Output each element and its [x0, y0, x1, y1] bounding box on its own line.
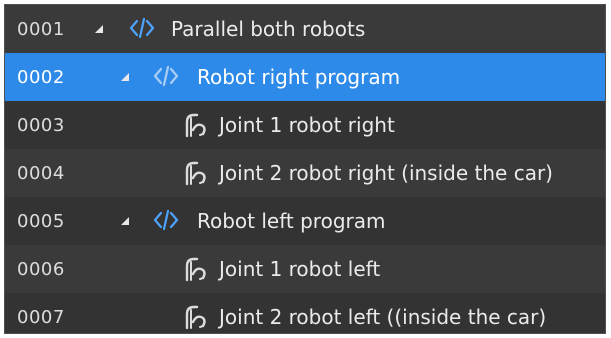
line-number: 0001: [17, 18, 65, 40]
line-number: 0007: [17, 306, 65, 328]
tree-row-label: Robot right program: [197, 65, 401, 89]
tree-row-label: Joint 2 robot left ((inside the car): [219, 305, 547, 329]
line-number: 0004: [17, 162, 65, 184]
line-number: 0002: [17, 66, 65, 88]
tree-row-0006[interactable]: 0006 Joint 1 robot left: [5, 245, 605, 293]
tree-row-0003[interactable]: 0003 Joint 1 robot right: [5, 101, 605, 149]
line-number: 0003: [17, 114, 65, 136]
tree-row-0004[interactable]: 0004 Joint 2 robot right (inside the car…: [5, 149, 605, 197]
tree-row-label: Joint 2 robot right (inside the car): [219, 161, 553, 185]
joint-move-icon: [185, 113, 206, 138]
tree-row-0007[interactable]: 0007 Joint 2 robot left ((inside the car…: [5, 293, 605, 333]
caret-expanded-icon[interactable]: [95, 25, 103, 33]
caret-expanded-icon[interactable]: [121, 217, 129, 225]
tree-row-0005[interactable]: 0005 Robot left program: [5, 197, 605, 245]
tree-row-0001[interactable]: 0001 Parallel both robots: [5, 5, 605, 53]
code-brackets-icon: [129, 17, 155, 39]
program-tree: 0001 Parallel both robots 0002 Robot rig…: [5, 5, 605, 333]
caret-expanded-icon[interactable]: [121, 73, 129, 81]
program-tree-panel: 0001 Parallel both robots 0002 Robot rig…: [4, 4, 606, 334]
line-number: 0006: [17, 258, 65, 280]
tree-row-label: Parallel both robots: [171, 17, 366, 41]
joint-move-icon: [185, 257, 206, 282]
tree-row-label: Robot left program: [197, 209, 386, 233]
tree-row-label: Joint 1 robot right: [219, 113, 395, 137]
joint-move-icon: [185, 161, 206, 186]
tree-row-label: Joint 1 robot left: [219, 257, 381, 281]
code-brackets-icon: [153, 65, 179, 87]
line-number: 0005: [17, 210, 65, 232]
code-brackets-icon: [153, 209, 179, 231]
joint-move-icon: [185, 305, 206, 330]
tree-row-0002[interactable]: 0002 Robot right program: [5, 53, 605, 101]
